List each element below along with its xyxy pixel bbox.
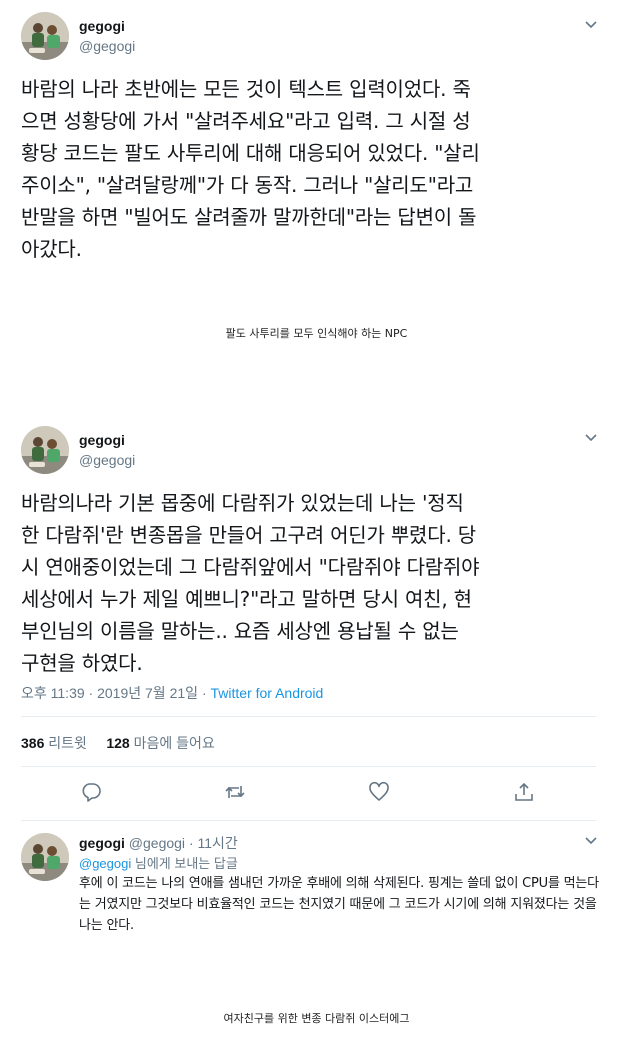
tweet-text: 바람의 나라 초반에는 모든 것이 텍스트 입력이었다. 죽 으면 성황당에 가… [21, 77, 480, 261]
author-name[interactable]: gegogi [79, 432, 125, 448]
image-caption: 팔도 사투리를 모두 인식해야 하는 NPC [225, 327, 408, 340]
author-name[interactable]: gegogi [79, 18, 125, 34]
author-name[interactable]: gegogi [79, 835, 125, 851]
tweet-metadata: 오후 11:39 · 2019년 7월 21일 · Twitter for An… [21, 683, 323, 703]
like-label: 마음에 들어요 [133, 735, 215, 751]
avatar[interactable] [21, 12, 69, 60]
meta-separator: · [188, 835, 194, 851]
chevron-down-icon[interactable] [583, 835, 599, 847]
meta-separator: · [88, 685, 94, 701]
tweet-source-link[interactable]: Twitter for Android [211, 685, 324, 701]
author-handle[interactable]: @gegogi [79, 38, 135, 54]
avatar[interactable] [21, 426, 69, 474]
avatar[interactable] [21, 833, 69, 881]
replying-to: @gegogi 님에게 보내는 답글 [79, 853, 238, 872]
replying-to-suffix: 님에게 보내는 답글 [134, 856, 238, 871]
retweet-icon[interactable] [224, 781, 246, 803]
tweet-text: 바람의나라 기본 몹중에 다람쥐가 있었는데 나는 '정직 한 다람쥐'란 변종… [21, 491, 480, 675]
author-handle[interactable]: @gegogi [79, 452, 135, 468]
tweet-time[interactable]: 오후 11:39 [21, 685, 85, 701]
retweet-count: 386 [21, 735, 45, 751]
share-icon[interactable] [513, 781, 535, 803]
divider [21, 820, 596, 821]
like-count: 128 [106, 735, 130, 751]
retweet-stat[interactable]: 386 리트윗 [21, 735, 87, 751]
divider [21, 766, 596, 767]
retweet-label: 리트윗 [48, 735, 87, 751]
image-caption: 여자친구를 위한 변종 다람쥐 이스터에그 [223, 1012, 410, 1025]
chevron-down-icon[interactable] [583, 432, 599, 444]
tweet-stats: 386 리트윗 128 마음에 들어요 [21, 733, 215, 753]
tweet-date[interactable]: 2019년 7월 21일 [97, 685, 198, 701]
reply-text: 후에 이 코드는 나의 연애를 샘내던 가까운 후배에 의해 삭제된다. 핑계는… [79, 876, 599, 933]
reply-header: gegogi @gegogi · 11시간 [79, 833, 238, 853]
reply-time[interactable]: 11시간 [198, 835, 238, 851]
meta-separator: · [201, 685, 207, 701]
replying-to-user-link[interactable]: @gegogi [79, 856, 131, 871]
chevron-down-icon[interactable] [583, 19, 599, 31]
reply-icon[interactable] [80, 781, 102, 803]
like-stat[interactable]: 128 마음에 들어요 [106, 735, 214, 751]
heart-icon[interactable] [368, 781, 390, 803]
divider [21, 716, 596, 717]
author-handle[interactable]: @gegogi [129, 835, 185, 851]
